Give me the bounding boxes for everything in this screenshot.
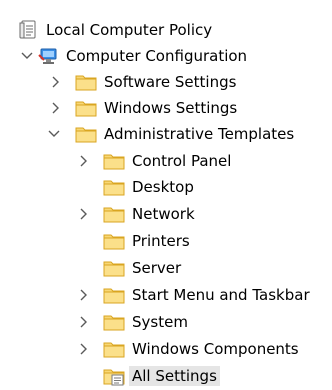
tree-item-label: Network: [132, 205, 195, 223]
tree-item-label: Printers: [132, 232, 190, 250]
tree-item-all-settings[interactable]: All Settings: [0, 364, 300, 388]
tree-item-software-settings[interactable]: Software Settings: [0, 70, 300, 94]
tree-item-label: Administrative Templates: [104, 125, 295, 143]
tree-item-windows-settings[interactable]: Windows Settings: [0, 96, 300, 120]
tree-item-administrative-templates[interactable]: Administrative Templates: [0, 122, 320, 146]
chevron-right-icon[interactable]: [77, 287, 91, 303]
chevron-right-icon[interactable]: [77, 341, 91, 357]
tree-item-label: Software Settings: [104, 73, 237, 91]
tree-item-label: Server: [132, 259, 182, 277]
tree-item-label: Windows Components: [132, 340, 299, 358]
all-settings-folder-icon: [103, 369, 125, 386]
tree-item-windows-components[interactable]: Windows Components: [0, 337, 330, 361]
tree-item-label: Control Panel: [132, 152, 232, 170]
tree-item-start-menu-and-taskbar[interactable]: Start Menu and Taskbar: [0, 283, 330, 307]
folder-icon: [103, 234, 125, 250]
tree-item-control-panel[interactable]: Control Panel: [0, 149, 300, 173]
computer-icon: [38, 48, 57, 64]
tree-item-label: Computer Configuration: [66, 47, 248, 65]
folder-icon: [103, 342, 125, 358]
folder-icon: [75, 101, 97, 117]
tree-item-system[interactable]: System: [0, 310, 300, 334]
folder-icon: [75, 127, 97, 143]
folder-icon: [75, 75, 97, 91]
chevron-right-icon[interactable]: [77, 206, 91, 222]
folder-icon: [103, 180, 125, 196]
policy-tree: Local Computer Policy Computer Configura…: [0, 0, 332, 390]
tree-item-label: Windows Settings: [104, 99, 238, 117]
tree-item-network[interactable]: Network: [0, 202, 300, 226]
tree-item-desktop[interactable]: Desktop: [0, 175, 300, 199]
chevron-right-icon[interactable]: [49, 74, 63, 90]
tree-item-label: System: [132, 313, 188, 331]
tree-item-local-computer-policy[interactable]: Local Computer Policy: [0, 18, 250, 42]
folder-icon: [103, 315, 125, 331]
tree-item-printers[interactable]: Printers: [0, 229, 300, 253]
tree-item-computer-configuration[interactable]: Computer Configuration: [0, 44, 300, 68]
tree-item-label: All Settings: [129, 366, 220, 386]
tree-item-label: Start Menu and Taskbar: [132, 286, 310, 304]
folder-icon: [103, 154, 125, 170]
folder-icon: [103, 207, 125, 223]
chevron-down-icon[interactable]: [47, 126, 61, 142]
tree-item-label: Desktop: [132, 178, 194, 196]
tree-item-label: Local Computer Policy: [46, 21, 213, 39]
tree-item-server[interactable]: Server: [0, 256, 300, 280]
folder-icon: [103, 261, 125, 277]
folder-icon: [103, 288, 125, 304]
policy-document-icon: [19, 20, 36, 39]
chevron-right-icon[interactable]: [77, 314, 91, 330]
chevron-right-icon[interactable]: [77, 153, 91, 169]
chevron-down-icon[interactable]: [20, 48, 34, 64]
chevron-right-icon[interactable]: [49, 100, 63, 116]
